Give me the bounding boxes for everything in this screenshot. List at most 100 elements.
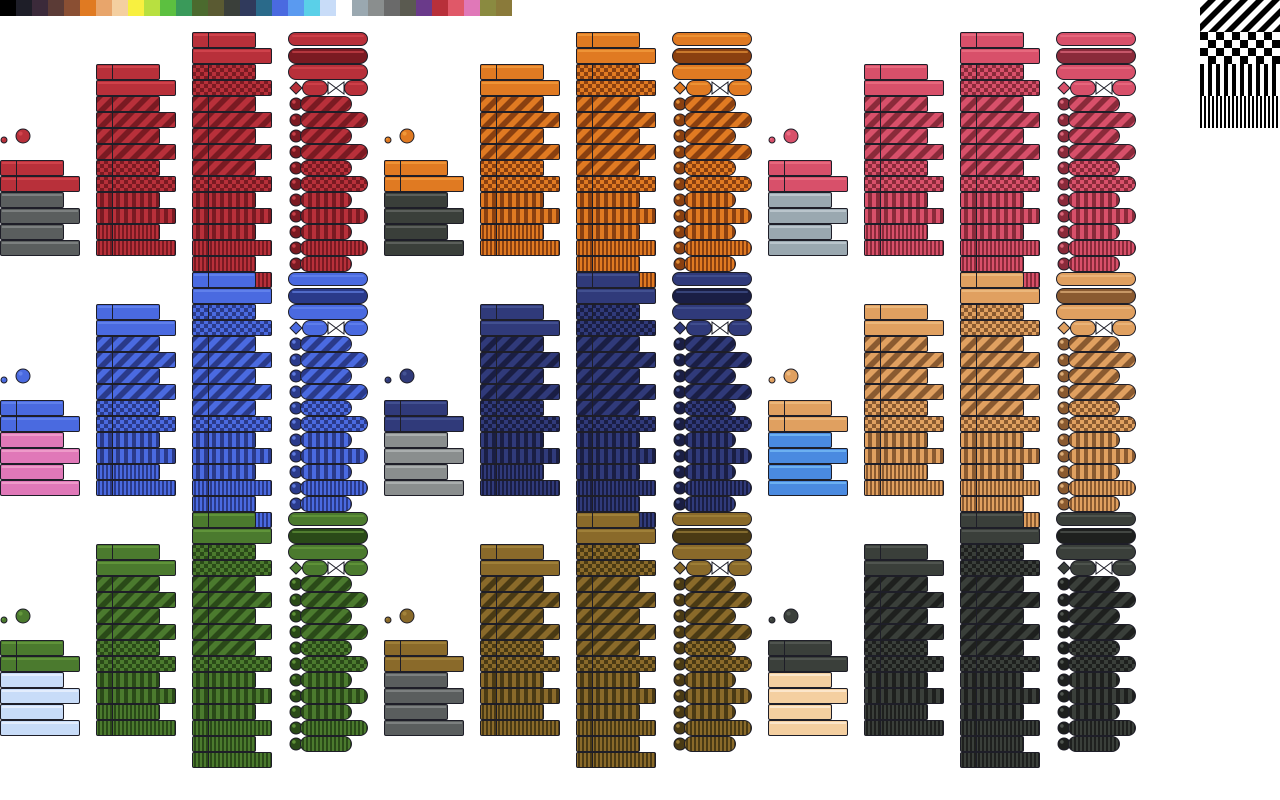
bar-highlight	[386, 226, 446, 228]
orb-highlight	[292, 452, 296, 456]
diamond-left-icon	[673, 321, 687, 335]
bar-highlight	[770, 178, 846, 180]
pill-bar	[1068, 368, 1120, 384]
sprite-bar	[960, 176, 1040, 192]
sprite-bar	[864, 432, 928, 448]
orb-highlight	[292, 724, 296, 728]
sprite-bar	[576, 672, 640, 688]
pill-bar	[672, 544, 752, 560]
sprite-bar	[96, 640, 160, 656]
bar-highlight	[482, 82, 558, 84]
orb-highlight	[292, 116, 296, 120]
bar-highlight	[482, 306, 542, 308]
sprite-bar	[960, 384, 1040, 400]
sprite-bar	[192, 240, 272, 256]
sprite-bar	[192, 80, 272, 96]
orb-highlight	[1060, 420, 1064, 424]
pill-bar	[1056, 544, 1136, 560]
bar-highlight	[962, 50, 1038, 52]
sprite-bar	[192, 544, 256, 560]
orb-highlight	[292, 260, 296, 264]
orb-highlight	[1060, 436, 1064, 440]
orb-highlight	[676, 484, 680, 488]
orb-highlight	[1060, 132, 1064, 136]
sprite-bar	[96, 704, 160, 720]
sprite-bar	[864, 336, 928, 352]
orb-sprite	[768, 616, 776, 624]
orb-highlight	[385, 377, 388, 380]
bar-highlight	[194, 530, 270, 532]
sprite-bar	[576, 464, 640, 480]
orb-highlight	[292, 436, 296, 440]
pill-bar	[1068, 464, 1120, 480]
bar-highlight	[386, 722, 462, 724]
sprite-bar	[480, 448, 560, 464]
sprite-bar	[576, 544, 640, 560]
bar-highlight	[770, 642, 830, 644]
sprite-bar	[480, 672, 544, 688]
diamond-left-icon	[1057, 321, 1071, 335]
sprite-bar	[96, 112, 176, 128]
orb-highlight	[676, 340, 680, 344]
bar-highlight	[98, 546, 158, 548]
pill-highlight	[292, 515, 364, 517]
pill-bar	[672, 64, 752, 80]
sprite-bar	[480, 368, 544, 384]
orb-highlight	[385, 137, 388, 140]
pill-bar	[1068, 112, 1136, 128]
pill-bar	[302, 320, 328, 336]
sprite-bar	[192, 304, 256, 320]
pill-highlight	[292, 547, 364, 549]
sprite-bar	[864, 160, 928, 176]
sprite-bar	[96, 688, 176, 704]
bar-highlight	[194, 514, 254, 516]
bar-highlight	[386, 242, 462, 244]
sprite-bar	[576, 304, 640, 320]
pill-bar	[686, 80, 712, 96]
orb-highlight	[292, 372, 296, 376]
pill-bar	[684, 688, 752, 704]
orb-highlight	[786, 371, 791, 376]
orb-highlight	[1060, 228, 1064, 232]
sprite-bar	[576, 656, 656, 672]
sprite-bar	[960, 704, 1024, 720]
sprite-bar	[864, 576, 928, 592]
orb-highlight	[786, 131, 791, 136]
bar-highlight	[770, 450, 846, 452]
sprite-bar	[960, 640, 1024, 656]
sprite-bar	[192, 352, 272, 368]
orb-highlight	[292, 100, 296, 104]
pill-bar	[684, 464, 736, 480]
bar-highlight	[770, 482, 846, 484]
bar-highlight	[2, 194, 62, 196]
sprite-bar	[960, 752, 1040, 768]
sprite-bar	[576, 480, 656, 496]
pill-highlight	[690, 563, 708, 565]
sprite-bar	[192, 192, 256, 208]
bar-highlight	[194, 274, 254, 276]
bar-highlight	[2, 722, 78, 724]
pill-bar	[1112, 560, 1136, 576]
pill-bar	[300, 576, 352, 592]
sprite-bar	[576, 448, 656, 464]
pill-highlight	[676, 531, 748, 533]
orb-highlight	[676, 132, 680, 136]
sprite-bar	[960, 608, 1024, 624]
pill-bar	[300, 144, 368, 160]
arrow-left-icon	[1103, 321, 1113, 335]
pill-bar	[684, 640, 736, 656]
pill-bar	[684, 432, 736, 448]
sprite-bar	[960, 720, 1040, 736]
bar-highlight	[2, 210, 78, 212]
sprite-bar	[960, 448, 1040, 464]
orb-highlight	[676, 612, 680, 616]
pill-bar	[344, 80, 368, 96]
pill-highlight	[732, 563, 748, 565]
orb-highlight	[1060, 180, 1064, 184]
sprite-sheet	[0, 32, 1136, 768]
orb-sprite	[15, 608, 31, 624]
bar-highlight	[770, 434, 830, 436]
orb-highlight	[292, 196, 296, 200]
sprite-bar	[576, 576, 640, 592]
orb-highlight	[676, 580, 680, 584]
